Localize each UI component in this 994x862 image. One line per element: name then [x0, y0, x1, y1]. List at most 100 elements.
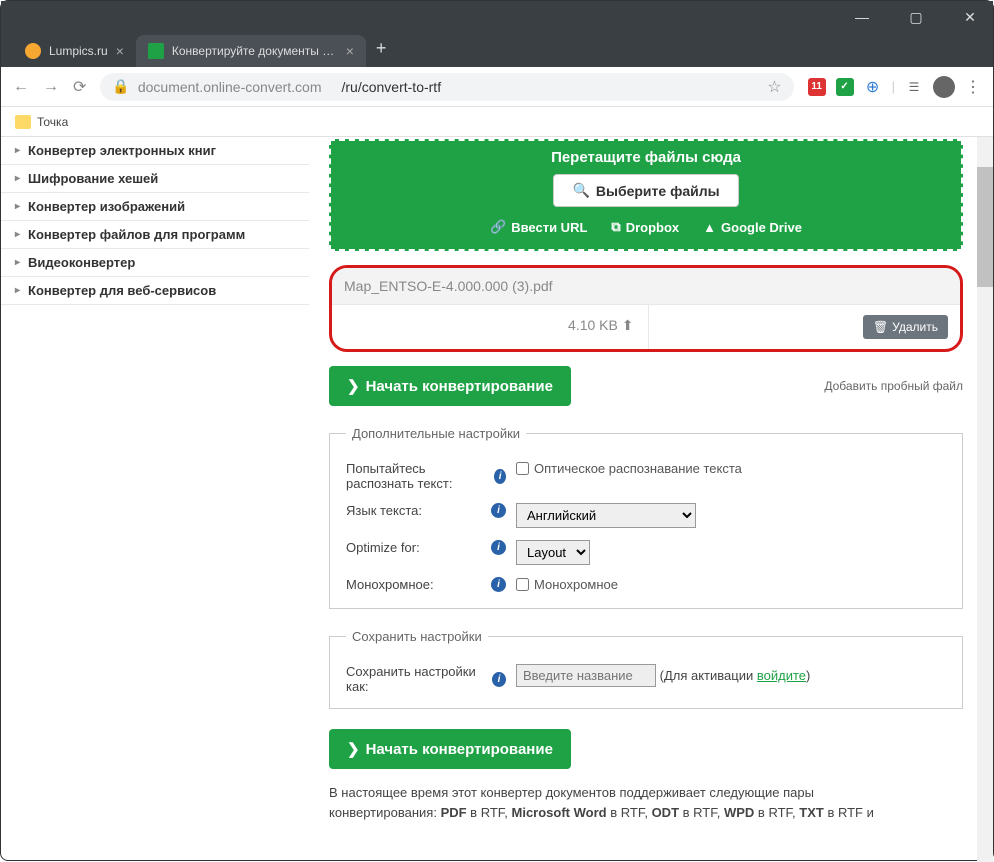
chevron-right-icon: ❯: [347, 740, 360, 758]
sidebar-item-video[interactable]: ▸ Видеоконвертер: [1, 249, 309, 277]
additional-settings-fieldset: Дополнительные настройки Попытайтесь рас…: [329, 426, 963, 609]
profile-avatar[interactable]: [933, 76, 955, 98]
sidebar-item-label: Конвертер изображений: [28, 199, 185, 214]
chevron-right-icon: ❯: [347, 377, 360, 395]
choose-files-button[interactable]: 🔍 Выберите файлы: [553, 174, 738, 207]
info-icon[interactable]: i: [494, 469, 506, 484]
sidebar-item-image[interactable]: ▸ Конвертер изображений: [1, 193, 309, 221]
optimize-select[interactable]: Layout: [516, 540, 590, 565]
chevron-right-icon: ▸: [15, 173, 20, 184]
window-close[interactable]: ✕: [955, 9, 985, 26]
start-conversion-button[interactable]: ❯ Начать конвертирование: [329, 366, 571, 406]
sidebar-item-label: Конвертер электронных книг: [28, 143, 216, 158]
chevron-right-icon: ▸: [15, 285, 20, 296]
start-label: Начать конвертирование: [366, 741, 553, 758]
window-minimize[interactable]: —: [847, 9, 877, 26]
browser-titlebar: — ▢ ✕ Lumpics.ru × Конвертируйте докумен…: [1, 1, 993, 67]
tab-convert[interactable]: Конвертируйте документы в фо ×: [136, 35, 366, 67]
scrollbar-thumb[interactable]: [977, 167, 993, 287]
dropbox-link[interactable]: ⧉ Dropbox: [611, 219, 679, 235]
sidebar-item-label: Шифрование хешей: [28, 171, 158, 186]
upload-icon: ⬆: [622, 317, 634, 333]
tab-lumpics[interactable]: Lumpics.ru ×: [13, 35, 136, 67]
reader-icon[interactable]: ☰: [905, 78, 923, 96]
sidebar-item-software[interactable]: ▸ Конвертер файлов для программ: [1, 221, 309, 249]
chevron-right-icon: ▸: [15, 201, 20, 212]
address-input[interactable]: 🔒 document.online-convert.com/ru/convert…: [100, 73, 793, 101]
search-icon: 🔍: [572, 182, 589, 199]
choose-files-label: Выберите файлы: [596, 183, 720, 199]
url-text: document.online-convert.com/ru/convert-t…: [138, 79, 471, 95]
file-name: Map_ENTSO-E-4.000.000 (3).pdf: [332, 268, 960, 305]
language-select[interactable]: Английский: [516, 503, 696, 528]
lock-icon: 🔒: [112, 78, 129, 95]
trash-icon: 🗑: [873, 320, 888, 334]
tab-favicon: [25, 43, 41, 59]
dropbox-icon: ⧉: [611, 219, 620, 235]
info-icon[interactable]: i: [492, 672, 506, 687]
chevron-right-icon: ▸: [15, 145, 20, 156]
new-tab-button[interactable]: +: [366, 38, 397, 67]
reload-button[interactable]: ⟳: [73, 77, 86, 97]
browser-addressbar: ← → ⟳ 🔒 document.online-convert.com/ru/c…: [1, 67, 993, 107]
extensions: 11 ✓ ⊕ | ☰ ⋮: [808, 76, 981, 98]
ocr-checkbox[interactable]: [516, 462, 529, 475]
monochrome-checkbox-label[interactable]: Монохромное: [516, 577, 618, 592]
enter-url-link[interactable]: 🔗Ввести URL: [490, 219, 587, 235]
ocr-checkbox-label[interactable]: Оптическое распознавание текста: [516, 461, 742, 476]
start-conversion-button-bottom[interactable]: ❯ Начать конвертирование: [329, 729, 571, 769]
bookmark-star-icon[interactable]: ☆: [767, 77, 781, 97]
supported-formats-text: В настоящее время этот конвертер докумен…: [329, 783, 963, 822]
upload-dropzone[interactable]: Перетащите файлы сюда 🔍 Выберите файлы 🔗…: [329, 139, 963, 251]
sidebar-item-label: Конвертер для веб-сервисов: [28, 283, 216, 298]
sidebar-item-label: Видеоконвертер: [28, 255, 135, 270]
browser-tabs: Lumpics.ru × Конвертируйте документы в ф…: [9, 1, 396, 67]
monochrome-checkbox[interactable]: [516, 578, 529, 591]
link-label: Ввести URL: [511, 220, 587, 235]
chevron-right-icon: ▸: [15, 229, 20, 240]
sidebar-item-label: Конвертер файлов для программ: [28, 227, 245, 242]
settings-name-input[interactable]: [516, 664, 656, 687]
info-icon[interactable]: i: [491, 540, 506, 555]
monochrome-label: Монохромное:: [346, 577, 434, 592]
start-label: Начать конвертирование: [366, 378, 553, 395]
gdrive-icon: ▲: [703, 220, 716, 235]
menu-icon[interactable]: ⋮: [965, 77, 981, 97]
chevron-right-icon: ▸: [15, 257, 20, 268]
tab-title: Lumpics.ru: [49, 44, 108, 58]
delete-file-button[interactable]: 🗑 Удалить: [863, 315, 948, 339]
vertical-scrollbar[interactable]: [977, 137, 993, 862]
sidebar: ▸ Конвертер электронных книг ▸ Шифрование …: [1, 137, 309, 862]
login-link[interactable]: войдите: [757, 668, 806, 683]
page-viewport: ▸ Конвертер электронных книг ▸ Шифрование …: [1, 137, 993, 862]
extension-icon[interactable]: 11: [808, 78, 826, 96]
language-label: Язык текста:: [346, 503, 422, 518]
tab-favicon: [148, 43, 164, 59]
gdrive-link[interactable]: ▲Google Drive: [703, 219, 802, 235]
bookmark-item[interactable]: Точка: [37, 115, 68, 129]
bookmarks-bar: Точка: [1, 107, 993, 137]
checkbox-text: Монохромное: [534, 577, 618, 592]
file-size: 4.10 KB ⬆: [332, 305, 649, 349]
info-icon[interactable]: i: [491, 577, 506, 592]
close-icon[interactable]: ×: [346, 43, 354, 59]
add-sample-link[interactable]: Добавить пробный файл: [824, 379, 963, 393]
checkbox-text: Оптическое распознавание текста: [534, 461, 742, 476]
window-maximize[interactable]: ▢: [901, 9, 931, 26]
sidebar-item-web[interactable]: ▸ Конвертер для веб-сервисов: [1, 277, 309, 305]
uploaded-file-box: Map_ENTSO-E-4.000.000 (3).pdf 4.10 KB ⬆ …: [329, 265, 963, 352]
folder-icon: [15, 115, 31, 129]
link-label: Dropbox: [626, 220, 679, 235]
sidebar-item-ebook[interactable]: ▸ Конвертер электронных книг: [1, 137, 309, 165]
close-icon[interactable]: ×: [116, 43, 124, 59]
back-button[interactable]: ←: [13, 78, 29, 96]
sidebar-item-hash[interactable]: ▸ Шифрование хешей: [1, 165, 309, 193]
ocr-label: Попытайтесь распознать текст:: [346, 461, 494, 491]
dropzone-title: Перетащите файлы сюда: [341, 149, 951, 166]
save-settings-fieldset: Сохранить настройки Сохранить настройки …: [329, 629, 963, 709]
forward-button[interactable]: →: [43, 78, 59, 96]
info-icon[interactable]: i: [491, 503, 506, 518]
extension-icon[interactable]: ⊕: [864, 78, 882, 96]
extension-icon[interactable]: ✓: [836, 78, 854, 96]
fieldset-legend: Сохранить настройки: [346, 629, 488, 644]
